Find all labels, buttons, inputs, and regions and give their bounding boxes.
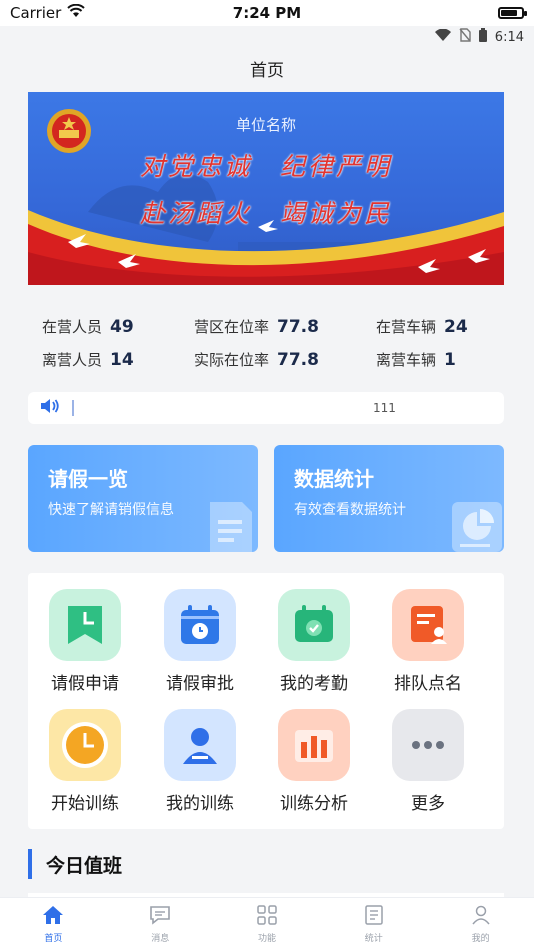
func-more[interactable]: 更多	[371, 709, 485, 814]
tab-label: 我的	[471, 933, 490, 944]
func-label: 我的训练	[166, 794, 234, 814]
tab-home[interactable]: 首页	[0, 898, 107, 950]
bar-chart-icon	[278, 709, 350, 781]
stat-away-people: 离营人员 14	[42, 349, 194, 370]
leave-overview-card[interactable]: 请假一览 快速了解请销假信息	[28, 445, 258, 552]
tab-label: 统计	[364, 933, 383, 944]
ios-status-bar: Carrier 7:24 PM	[0, 0, 534, 26]
stat-label: 营区在位率	[194, 318, 270, 336]
person-icon	[164, 709, 236, 781]
stat-value: 14	[110, 350, 134, 370]
func-label: 我的考勤	[280, 674, 348, 694]
stat-value: 77.8	[277, 317, 319, 337]
calendar-clock-icon	[164, 589, 236, 661]
section-title: 今日值班	[46, 854, 123, 877]
battery-icon	[498, 7, 527, 19]
clock-icon	[49, 709, 121, 781]
today-duty-header: 今日值班	[28, 844, 122, 884]
slogan-line-1: 对党忠诚 纪律严明	[139, 152, 392, 181]
more-icon	[392, 709, 464, 781]
battery-icon	[478, 28, 487, 46]
func-label: 开始训练	[51, 794, 119, 814]
grid-icon	[257, 904, 277, 929]
home-icon	[42, 905, 64, 929]
stat-label: 离营车辆	[376, 351, 437, 369]
stat-label: 离营人员	[42, 351, 103, 369]
func-roll-call[interactable]: 排队点名	[371, 589, 485, 694]
card-title: 数据统计	[294, 467, 374, 491]
notice-bar[interactable]: 111	[28, 392, 504, 424]
data-stats-card[interactable]: 数据统计 有效查看数据统计	[274, 445, 504, 552]
func-label: 训练分析	[280, 794, 348, 814]
section-accent-bar	[28, 849, 32, 879]
android-time: 6:14	[494, 29, 524, 45]
stat-value: 49	[110, 317, 134, 337]
func-my-training[interactable]: 我的训练	[143, 709, 257, 814]
calendar-check-icon	[278, 589, 350, 661]
tab-label: 消息	[151, 933, 170, 944]
page-title: 首页	[250, 61, 284, 81]
func-my-attendance[interactable]: 我的考勤	[257, 589, 371, 694]
wifi-icon	[67, 3, 86, 22]
report-icon	[364, 904, 384, 929]
stats-row: 离营人员 14 实际在位率 77.8 离营车辆 1	[42, 343, 492, 376]
card-subtitle: 快速了解请销假信息	[48, 502, 174, 518]
func-label: 排队点名	[394, 674, 462, 694]
tab-messages[interactable]: 消息	[107, 898, 214, 950]
func-leave-apply[interactable]: 请假申请	[28, 589, 142, 694]
card-title: 请假一览	[48, 467, 128, 491]
unit-name: 单位名称	[235, 116, 296, 134]
tab-label: 首页	[44, 933, 63, 944]
stats-row: 在营人员 49 营区在位率 77.8 在营车辆 24	[42, 310, 492, 343]
notice-text: 111	[373, 401, 396, 415]
carrier-group: Carrier	[10, 3, 86, 22]
banner: 单位名称 对党忠诚 纪律严明 赴汤蹈火 竭诚为民	[28, 92, 504, 285]
stat-value: 24	[444, 317, 468, 337]
func-training-analysis[interactable]: 训练分析	[257, 709, 371, 814]
slogan-line-2: 赴汤蹈火 竭诚为民	[139, 199, 392, 228]
user-icon	[471, 905, 491, 929]
tab-functions[interactable]: 功能	[214, 898, 321, 950]
tab-label: 功能	[257, 933, 276, 944]
func-label: 请假审批	[166, 674, 234, 694]
card-subtitle: 有效查看数据统计	[294, 502, 406, 518]
bookmark-clock-icon	[49, 589, 121, 661]
roster-person-icon	[392, 589, 464, 661]
wifi-icon	[434, 28, 451, 45]
stat-label: 实际在位率	[194, 351, 270, 369]
speaker-icon	[40, 398, 60, 418]
notice-divider	[72, 400, 74, 416]
message-icon	[149, 905, 171, 929]
function-grid: 请假申请 请假审批 我的考勤 排队点名 开始训练 我的训练 训练分析 更多	[28, 573, 504, 829]
stat-label: 在营人员	[42, 318, 103, 336]
stat-in-camp-people: 在营人员 49	[42, 316, 194, 337]
stat-in-camp-vehicles: 在营车辆 24	[376, 316, 468, 337]
stat-away-vehicles: 离营车辆 1	[376, 349, 456, 370]
pie-report-icon	[452, 502, 502, 552]
bottom-tab-bar: 首页 消息 功能 统计 我的	[0, 897, 534, 950]
stat-value: 1	[444, 350, 456, 370]
func-leave-approve[interactable]: 请假审批	[143, 589, 257, 694]
tab-profile[interactable]: 我的	[427, 898, 534, 950]
func-label: 请假申请	[51, 674, 119, 694]
stat-camp-presence-rate: 营区在位率 77.8	[194, 316, 376, 337]
android-status-bar: 6:14	[0, 26, 534, 48]
stat-actual-presence-rate: 实际在位率 77.8	[194, 349, 376, 370]
carrier-label: Carrier	[10, 4, 62, 22]
stat-label: 在营车辆	[376, 318, 437, 336]
stat-value: 77.8	[277, 350, 319, 370]
tab-statistics[interactable]: 统计	[320, 898, 427, 950]
func-label: 更多	[411, 794, 445, 814]
no-sim-icon	[459, 28, 471, 46]
camp-stats: 在营人员 49 营区在位率 77.8 在营车辆 24 离营人员 14 实际在位率…	[42, 310, 492, 376]
func-start-training[interactable]: 开始训练	[28, 709, 142, 814]
document-icon	[210, 502, 252, 552]
